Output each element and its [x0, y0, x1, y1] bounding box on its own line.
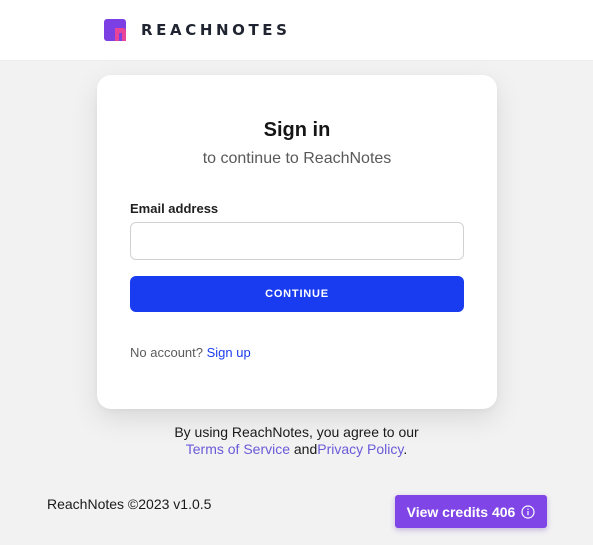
legal-links-row: Terms of Service andPrivacy Policy.	[0, 441, 593, 458]
no-account-text: No account?	[130, 345, 203, 360]
signup-prompt: No account? Sign up	[130, 345, 251, 360]
view-credits-button[interactable]: View credits 406	[395, 495, 547, 528]
email-field[interactable]	[130, 222, 464, 260]
logo-wordmark: REACHNOTES	[141, 21, 291, 39]
credits-label: View credits 406	[406, 503, 516, 520]
reachnotes-logo-icon	[104, 19, 126, 41]
signup-link[interactable]: Sign up	[207, 345, 251, 360]
copyright-text: ReachNotes ©2023 v1.0.5	[47, 496, 212, 512]
info-icon	[521, 504, 535, 519]
and-text: and	[293, 441, 318, 457]
top-bar: REACHNOTES	[0, 0, 593, 61]
agree-text: By using ReachNotes, you agree to our	[174, 424, 419, 440]
brand-logo[interactable]: REACHNOTES	[104, 19, 291, 41]
email-label: Email address	[130, 201, 219, 216]
legal-notice: By using ReachNotes, you agree to our Te…	[0, 424, 593, 458]
signin-card: Sign in to continue to ReachNotes Email …	[97, 75, 497, 409]
signin-subtitle: to continue to ReachNotes	[202, 150, 392, 167]
signin-title: Sign in	[263, 119, 331, 141]
legal-period: .	[403, 441, 408, 457]
terms-of-service-link[interactable]: Terms of Service	[186, 441, 290, 457]
continue-button[interactable]: CONTINUE	[130, 276, 464, 312]
privacy-policy-link[interactable]: Privacy Policy	[317, 441, 403, 457]
